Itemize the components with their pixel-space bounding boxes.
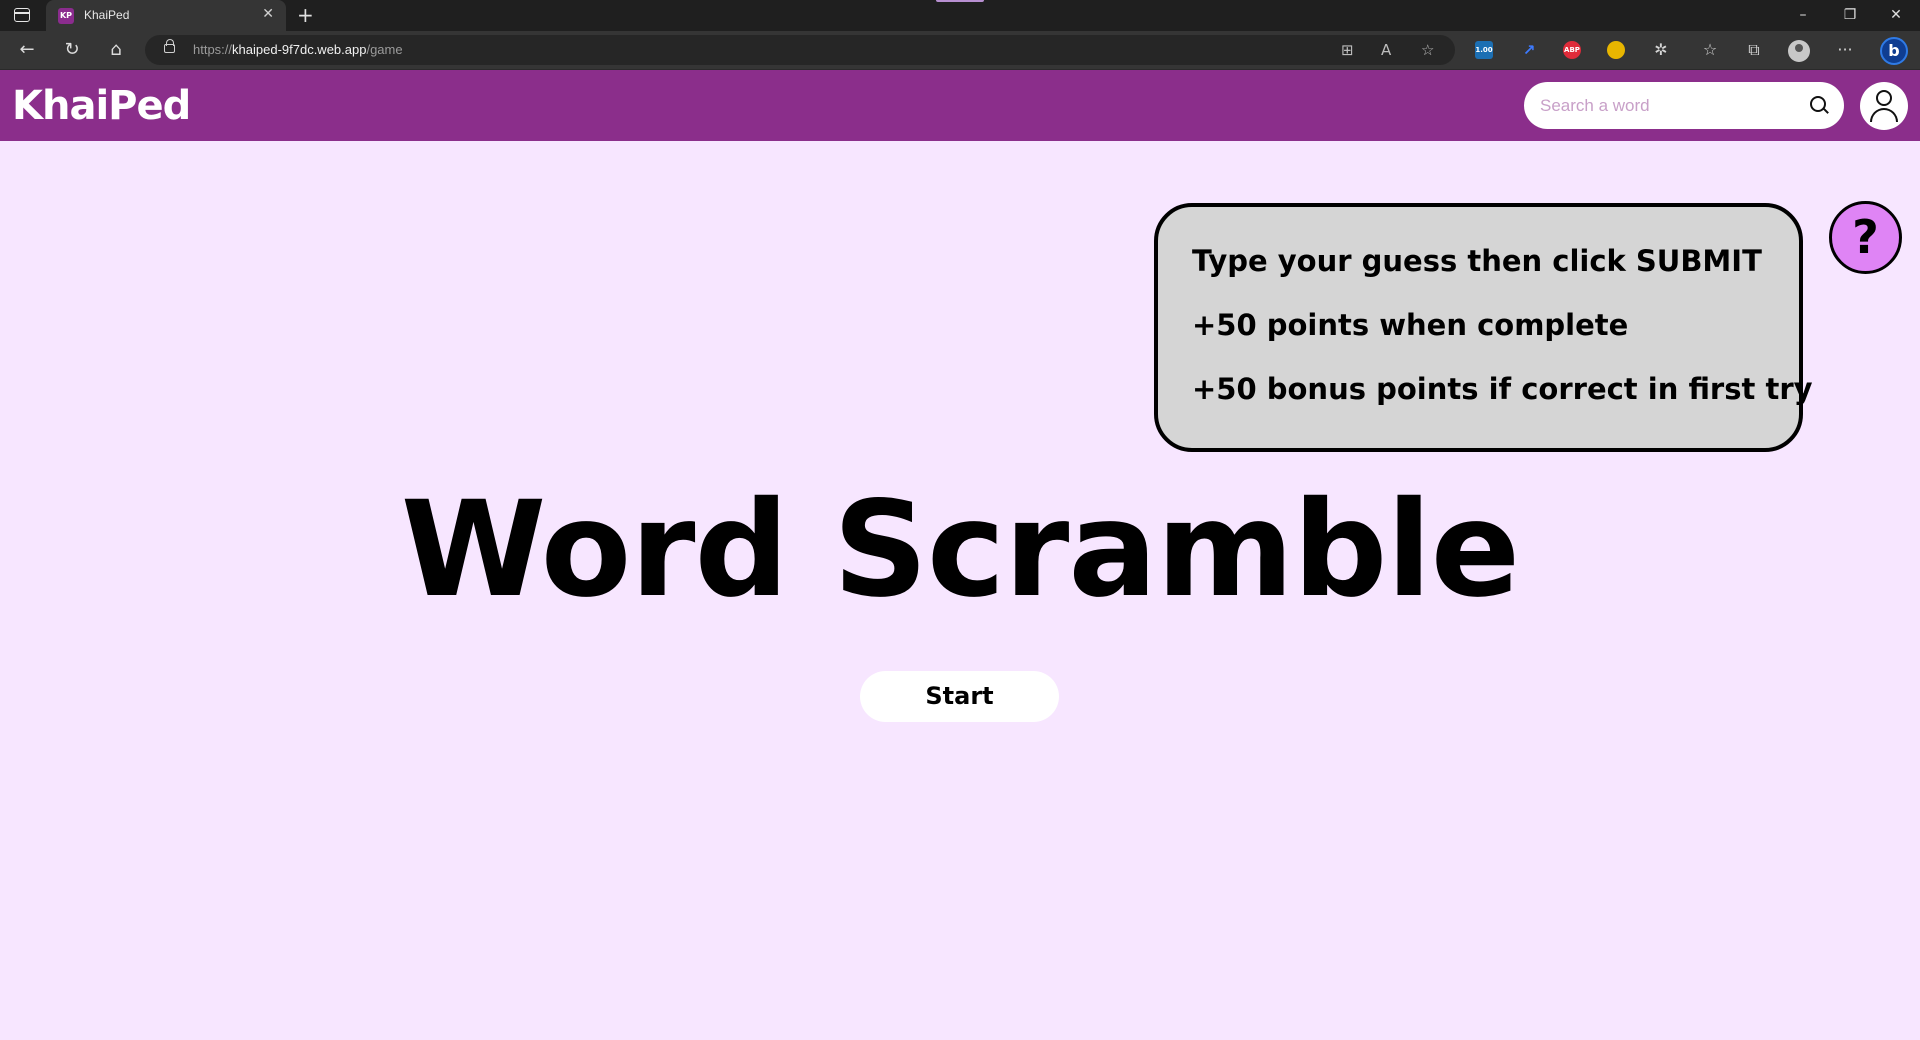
app-available-icon[interactable]: ⊞ [1341, 40, 1354, 60]
url-prefix: https:// [193, 42, 233, 57]
game-title: Word Scramble [400, 473, 1520, 627]
search-box [1524, 82, 1844, 129]
back-icon[interactable]: ← [16, 39, 38, 61]
help-button[interactable]: ? [1829, 201, 1902, 274]
more-menu-icon[interactable]: ··· [1834, 39, 1856, 61]
url-text[interactable]: https://khaiped-9f7dc.web.app/game [193, 42, 403, 57]
user-account-button[interactable] [1860, 82, 1908, 130]
extension-circle-icon[interactable] [1607, 41, 1625, 59]
extension-badge-icon[interactable]: 1.00 [1475, 41, 1493, 59]
instruction-line: Type your guess then click SUBMIT [1192, 244, 1762, 278]
read-aloud-icon[interactable]: A [1381, 40, 1391, 60]
lock-icon [164, 39, 175, 53]
search-input[interactable] [1540, 94, 1800, 118]
close-window-icon[interactable]: ✕ [1886, 6, 1906, 24]
profile-avatar-icon[interactable] [1788, 40, 1810, 62]
collections-icon[interactable]: ⧉ [1743, 39, 1765, 61]
favorites-icon[interactable]: ☆ [1699, 39, 1721, 61]
app-logo[interactable]: KhaiPed [12, 83, 191, 129]
tab-close-icon[interactable]: ✕ [262, 6, 274, 22]
site-favicon-icon: KP [58, 8, 74, 24]
adblock-icon[interactable]: ABP [1563, 41, 1581, 59]
start-button[interactable]: Start [860, 671, 1059, 722]
browser-tab-bar: KP KhaiPed ✕ + – ❐ ✕ [0, 0, 1920, 31]
home-icon[interactable]: ⌂ [105, 39, 127, 61]
instruction-line: +50 bonus points if correct in first try [1192, 372, 1813, 406]
extension-arrow-icon[interactable]: ↗ [1520, 41, 1538, 59]
browser-tab[interactable]: KP KhaiPed ✕ [46, 0, 286, 31]
browser-address-bar: ← ↻ ⌂ https://khaiped-9f7dc.web.app/game… [0, 31, 1920, 70]
instructions-panel: Type your guess then click SUBMIT +50 po… [1154, 203, 1813, 452]
url-field[interactable]: https://khaiped-9f7dc.web.app/game ⊞ A ☆ [145, 35, 1455, 65]
new-tab-icon[interactable]: + [297, 4, 314, 26]
favorite-star-icon[interactable]: ☆ [1421, 40, 1434, 60]
bing-copilot-icon[interactable]: b [1880, 37, 1908, 65]
sidebar-toggle-icon[interactable] [14, 8, 30, 22]
tab-title: KhaiPed [84, 8, 130, 22]
url-path: /game [366, 42, 403, 57]
search-icon[interactable] [1810, 96, 1826, 112]
extensions-icon[interactable]: ✲ [1650, 39, 1672, 61]
restore-icon[interactable]: ❐ [1840, 6, 1860, 24]
user-icon [1876, 90, 1892, 106]
minimize-icon[interactable]: – [1793, 6, 1813, 24]
user-icon-body [1870, 108, 1898, 122]
instruction-line: +50 points when complete [1192, 308, 1629, 342]
url-host: khaiped-9f7dc.web.app [232, 42, 367, 57]
tab-drag-indicator [936, 0, 984, 2]
app-header: KhaiPed [0, 70, 1920, 141]
refresh-icon[interactable]: ↻ [61, 39, 83, 61]
